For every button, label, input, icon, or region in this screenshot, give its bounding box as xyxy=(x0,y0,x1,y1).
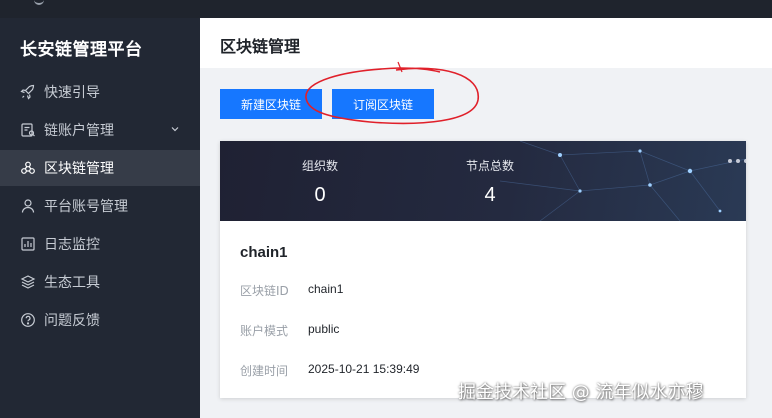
chain-id-label: 区块链ID xyxy=(240,284,289,298)
chain-name: chain1 xyxy=(240,244,288,261)
page-title: 区块链管理 xyxy=(220,37,301,56)
sidebar-item-feedback[interactable]: 问题反馈 xyxy=(0,302,200,338)
sidebar-item-ecosystem-tools[interactable]: 生态工具 xyxy=(0,264,200,300)
chain-card[interactable]: 组织数 0 节点总数 4 chain1 区块链ID chain1 账户模式 pu… xyxy=(220,141,746,398)
org-count-stat: 组织数 0 xyxy=(260,157,380,207)
sidebar-item-label: 区块链管理 xyxy=(44,161,114,177)
blockchain-icon xyxy=(20,160,36,176)
node-count-value: 4 xyxy=(484,184,496,206)
user-icon xyxy=(20,198,36,214)
sidebar-item-label: 快速引导 xyxy=(44,85,100,101)
sidebar-item-label: 日志监控 xyxy=(44,237,100,253)
new-blockchain-button[interactable]: 新建区块链 xyxy=(220,89,322,119)
account-mode-value: public xyxy=(308,322,340,336)
sidebar-item-label: 问题反馈 xyxy=(44,313,100,329)
sidebar-item-quick-guide[interactable]: 快速引导 xyxy=(0,74,200,110)
watermark: 掘金技术社区 @ 流年似水亦穆 xyxy=(458,382,704,403)
logo-fragment-icon xyxy=(34,0,44,5)
created-time-label: 创建时间 xyxy=(240,364,289,378)
rocket-icon xyxy=(20,84,36,100)
sidebar-item-blockchain-management[interactable]: 区块链管理 xyxy=(0,150,200,186)
sidebar-item-label: 平台账号管理 xyxy=(44,199,128,215)
sidebar-item-chain-accounts[interactable]: 链账户管理 xyxy=(0,112,200,148)
more-options-icon[interactable] xyxy=(728,157,746,165)
sidebar-item-label: 生态工具 xyxy=(44,275,100,291)
chain-card-header: 组织数 0 节点总数 4 xyxy=(220,141,746,221)
org-count-value: 0 xyxy=(314,184,326,206)
account-mode-label: 账户模式 xyxy=(240,324,289,338)
sidebar-item-log-monitor[interactable]: 日志监控 xyxy=(0,226,200,262)
chevron-down-icon xyxy=(171,127,179,132)
account-icon xyxy=(20,122,36,138)
node-count-stat: 节点总数 4 xyxy=(430,157,550,207)
sidebar: 长安链管理平台 快速引导 链账户管理 区块链管理 平台账号管理 日志监控 生态工… xyxy=(0,18,200,418)
page-header: 区块链管理 xyxy=(200,18,772,68)
chain-id-value: chain1 xyxy=(308,282,344,296)
chart-icon xyxy=(20,236,36,252)
org-count-label: 组织数 xyxy=(301,159,338,173)
created-time-value: 2025-10-21 15:39:49 xyxy=(308,362,420,376)
question-icon xyxy=(20,312,36,328)
node-count-label: 节点总数 xyxy=(465,159,514,173)
subscribe-blockchain-button[interactable]: 订阅区块链 xyxy=(332,89,434,119)
sidebar-item-label: 链账户管理 xyxy=(44,123,114,139)
top-bar xyxy=(0,0,772,18)
brand-title: 长安链管理平台 xyxy=(20,40,143,60)
main-content: 区块链管理 新建区块链 订阅区块链 组织数 0 节点总数 4 chain1 区块… xyxy=(200,18,772,418)
layers-icon xyxy=(20,274,36,290)
sidebar-item-platform-accounts[interactable]: 平台账号管理 xyxy=(0,188,200,224)
